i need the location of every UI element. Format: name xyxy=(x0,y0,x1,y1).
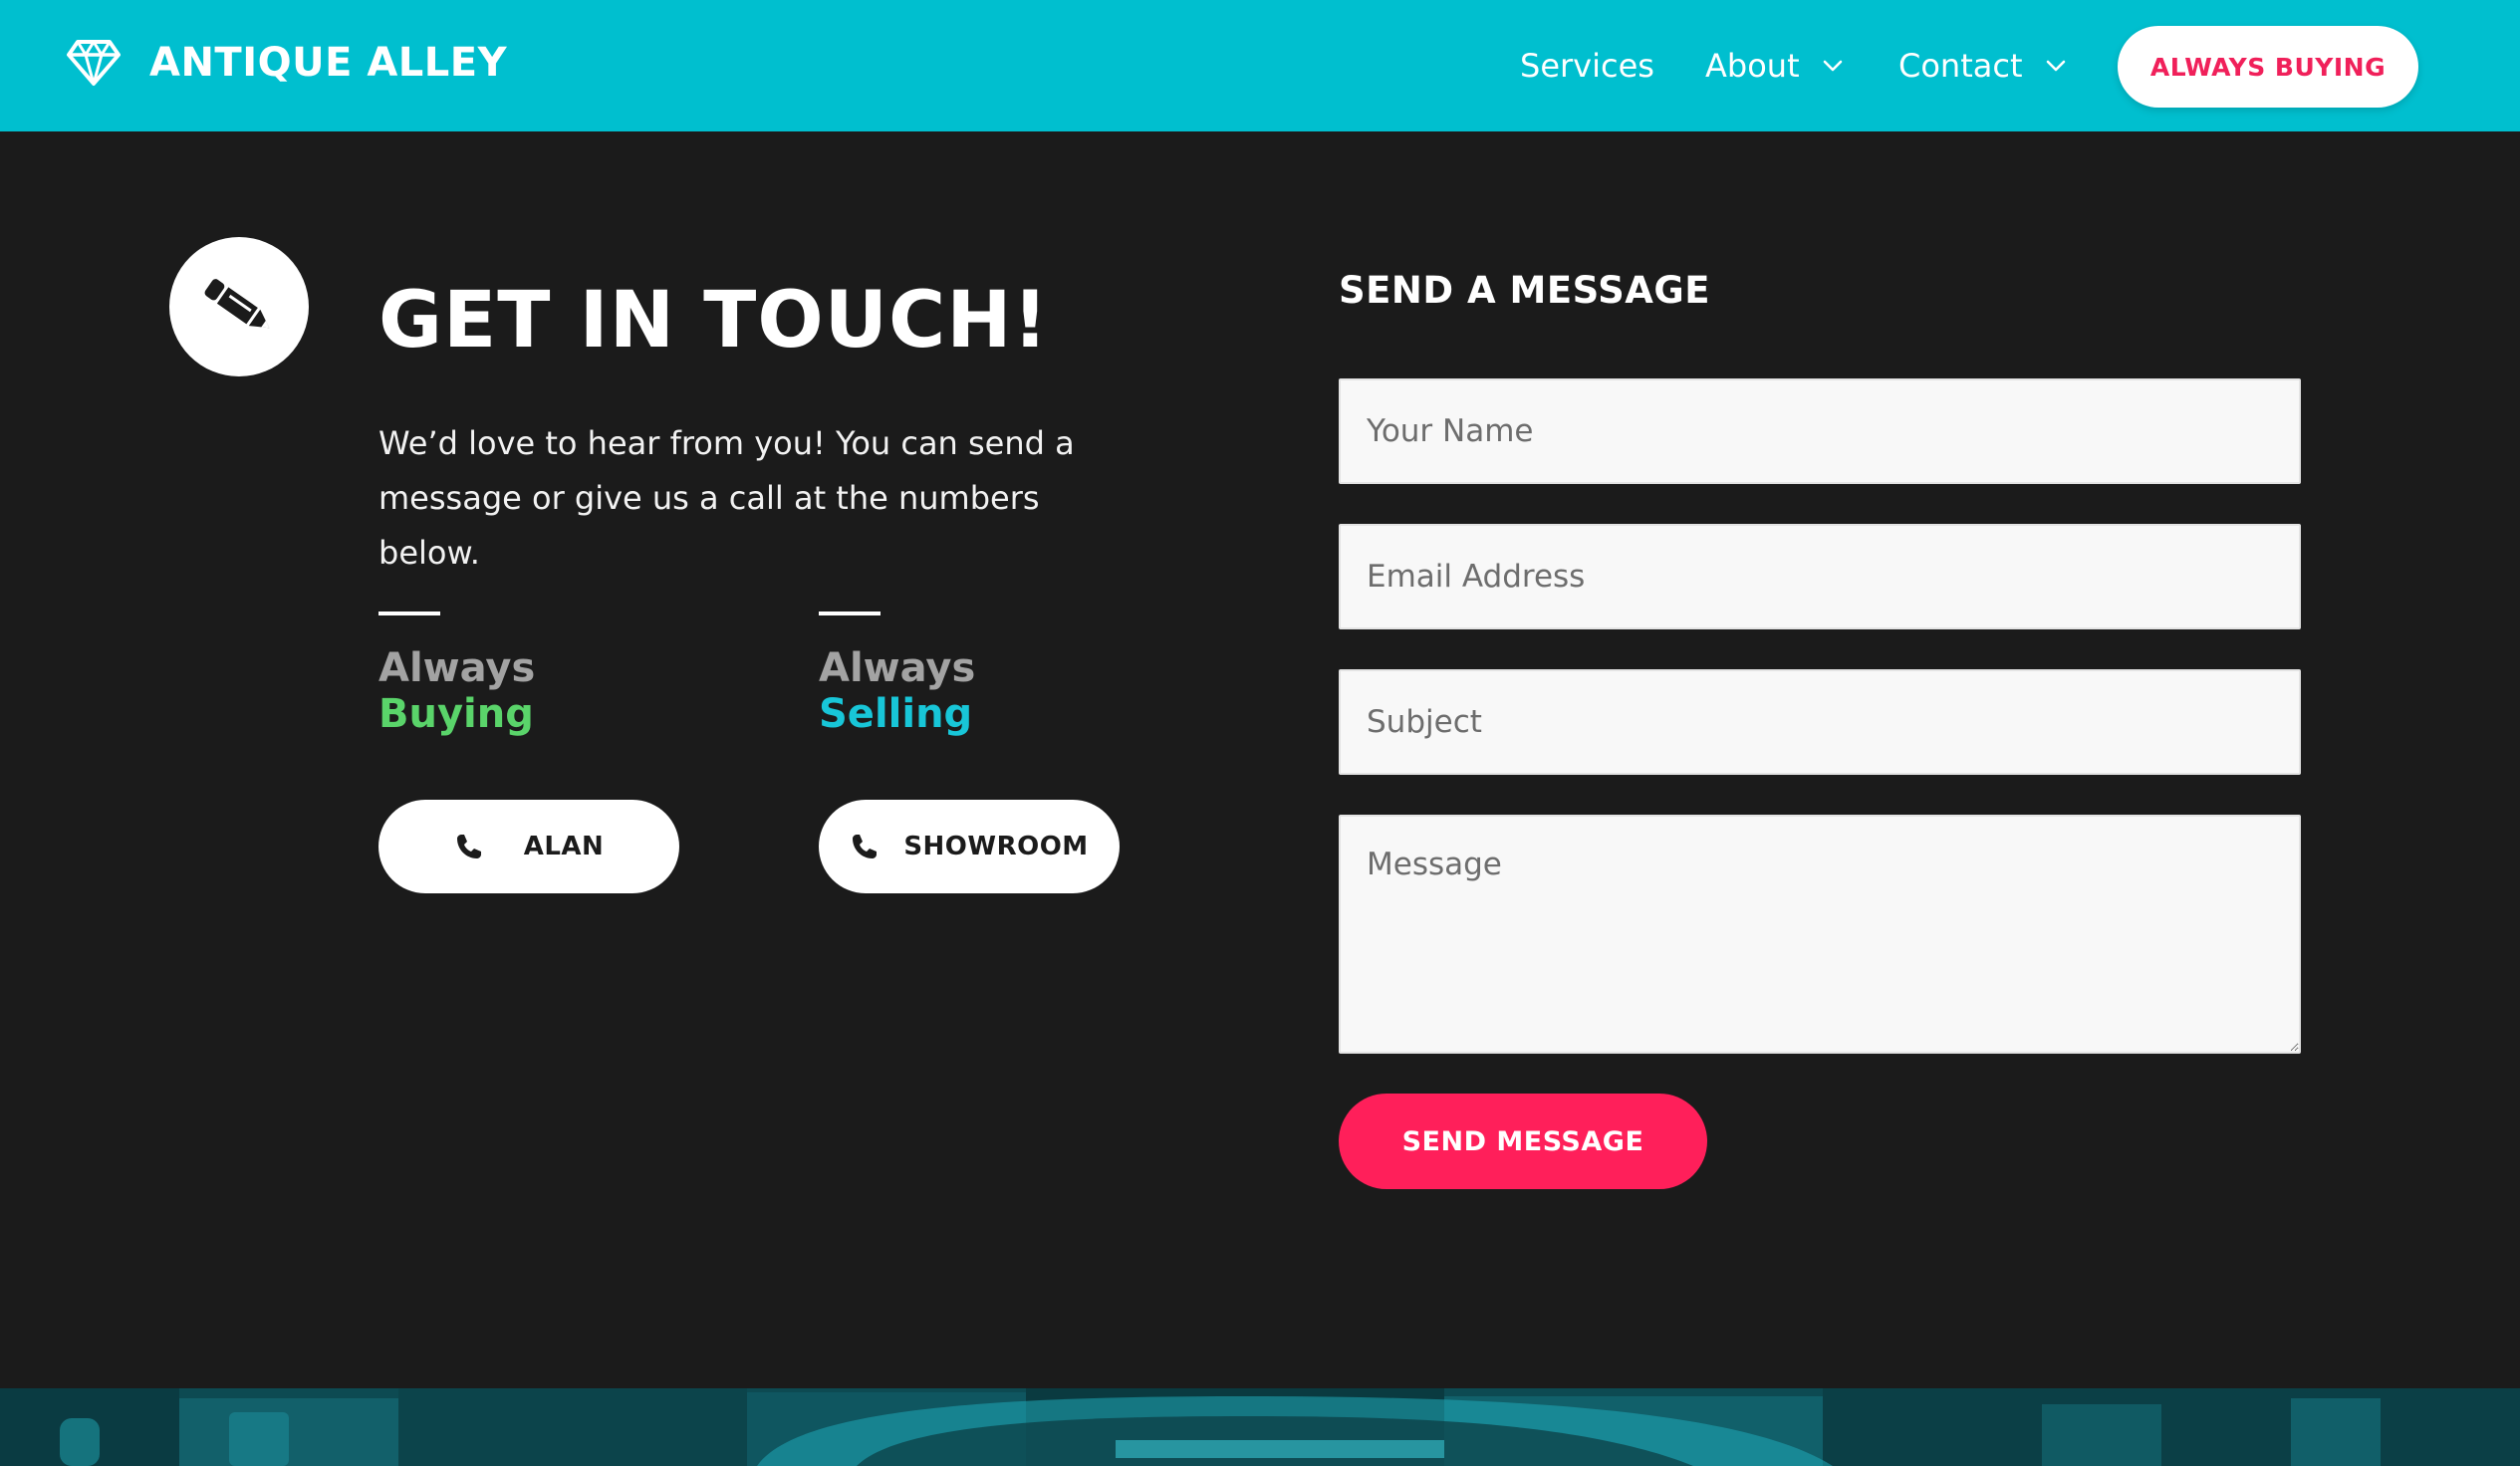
intro-text: We’d love to hear from you! You can send… xyxy=(378,424,1075,572)
nav-contact[interactable]: Contact xyxy=(1898,42,2067,90)
diamond-icon xyxy=(67,40,121,86)
always-selling-line1: Always xyxy=(819,645,976,691)
chevron-down-icon xyxy=(2046,60,2065,72)
divider xyxy=(819,611,881,615)
call-alan-label: ALAN xyxy=(523,832,605,861)
phone-icon xyxy=(456,835,481,858)
footer-photo xyxy=(0,1388,2520,1466)
page-title: GET IN TOUCH! xyxy=(378,276,1050,366)
call-showroom-button[interactable]: SHOWROOM xyxy=(819,800,1120,893)
call-showroom-label: SHOWROOM xyxy=(903,832,1089,861)
subject-input[interactable] xyxy=(1339,669,2301,775)
brand-name: ANTIQUE ALLEY xyxy=(149,40,508,86)
shop-interior-image xyxy=(0,1388,2520,1466)
chevron-down-icon xyxy=(1823,60,1842,72)
pencil-badge xyxy=(169,237,309,376)
brand-logo[interactable]: ANTIQUE ALLEY xyxy=(66,38,507,88)
send-message-button[interactable]: SEND MESSAGE xyxy=(1339,1094,1707,1189)
nav-services[interactable]: Services xyxy=(1520,42,1654,90)
name-input[interactable] xyxy=(1339,378,2301,484)
always-buying-button[interactable]: ALWAYS BUYING xyxy=(2118,26,2418,108)
always-buying-block: Always Buying xyxy=(378,611,535,737)
divider xyxy=(378,611,440,615)
nav-about[interactable]: About xyxy=(1705,42,1844,90)
phone-icon xyxy=(853,835,878,858)
message-textarea[interactable] xyxy=(1339,815,2301,1054)
nav-contact-label: Contact xyxy=(1898,47,2023,85)
always-buying-line2: Buying xyxy=(378,691,534,737)
always-selling-line2: Selling xyxy=(819,691,973,737)
form-title: SEND A MESSAGE xyxy=(1339,269,1711,312)
always-selling-block: Always Selling xyxy=(819,611,975,737)
call-alan-button[interactable]: ALAN xyxy=(378,800,679,893)
email-input[interactable] xyxy=(1339,524,2301,629)
site-header: ANTIQUE ALLEY Services About Contact ALW… xyxy=(0,0,2520,131)
nav-about-label: About xyxy=(1705,47,1800,85)
nav-services-label: Services xyxy=(1520,47,1654,85)
always-buying-line1: Always xyxy=(378,645,536,691)
pencil-icon xyxy=(204,279,270,329)
